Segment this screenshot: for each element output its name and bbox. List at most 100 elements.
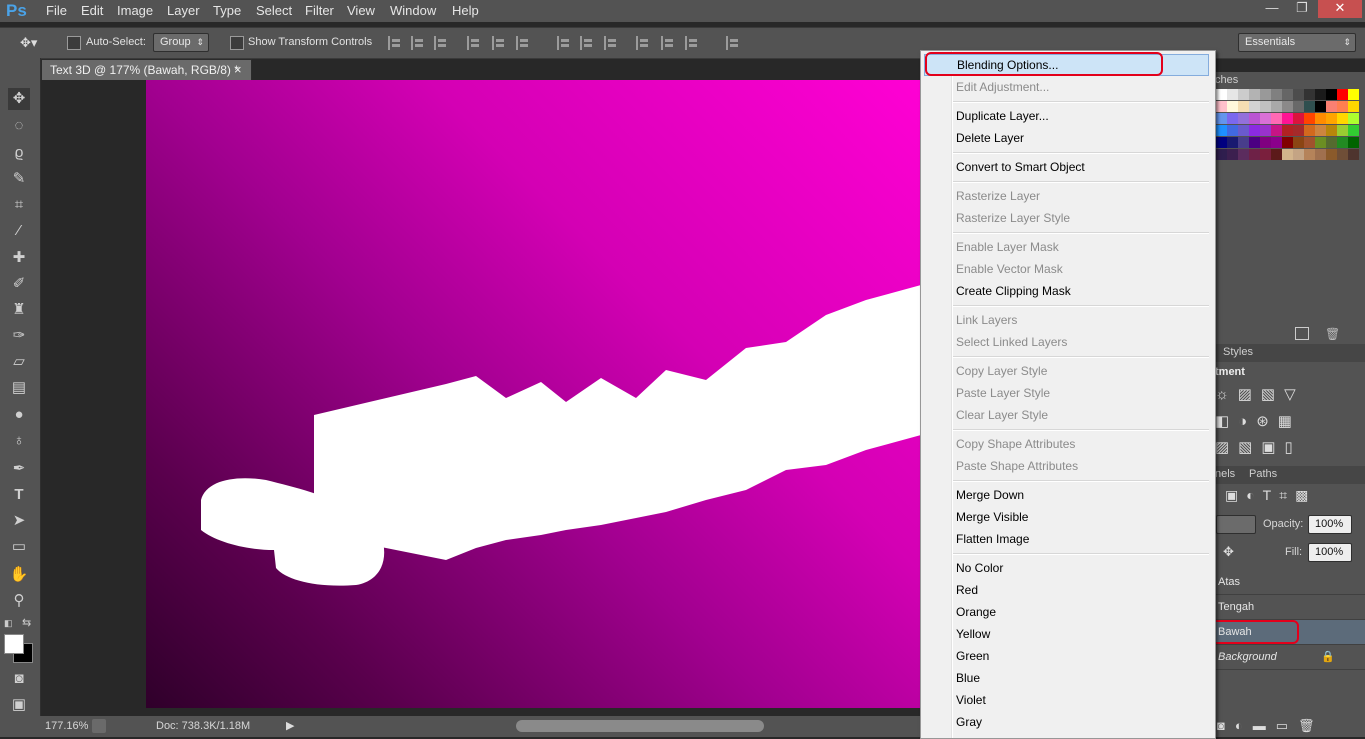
color-swatch[interactable] <box>1249 137 1260 148</box>
color-swatch[interactable] <box>1304 101 1315 112</box>
menu-layer[interactable]: Layer <box>167 0 200 22</box>
distribute-bottom-icon[interactable] <box>604 36 618 50</box>
align-right-icon[interactable] <box>516 36 530 50</box>
swap-colors-icon[interactable]: ⇆ <box>22 616 31 629</box>
quick-select-tool-icon[interactable]: ✎ <box>8 168 30 190</box>
show-transform-checkbox[interactable] <box>230 36 244 50</box>
menu-item-gray[interactable]: Gray <box>924 711 1209 733</box>
align-top-icon[interactable] <box>388 36 402 50</box>
color-swatch[interactable] <box>1260 149 1271 160</box>
color-swatch[interactable] <box>1260 113 1271 124</box>
healing-brush-tool-icon[interactable]: ✚ <box>8 247 30 269</box>
distribute-left-icon[interactable] <box>636 36 650 50</box>
menu-view[interactable]: View <box>347 0 375 22</box>
color-swatch[interactable] <box>1227 101 1238 112</box>
menu-item-blue[interactable]: Blue <box>924 667 1209 689</box>
color-swatch[interactable] <box>1282 125 1293 136</box>
menu-item-no-color[interactable]: No Color <box>924 557 1209 579</box>
eraser-tool-icon[interactable]: ▱ <box>8 351 30 373</box>
fill-input[interactable]: 100% <box>1308 543 1352 562</box>
color-swatch[interactable] <box>1249 125 1260 136</box>
distribute-top-icon[interactable] <box>557 36 571 50</box>
type-tool-icon[interactable]: T <box>8 484 30 506</box>
auto-select-dropdown[interactable]: Group ⇕ <box>153 33 209 52</box>
color-swatch[interactable] <box>1216 149 1227 160</box>
color-swatch[interactable] <box>1238 149 1249 160</box>
color-swatch[interactable] <box>1227 125 1238 136</box>
color-swatch[interactable] <box>1227 149 1238 160</box>
distribute-vcenter-icon[interactable] <box>580 36 594 50</box>
align-bottom-icon[interactable] <box>434 36 448 50</box>
zoom-tool-icon[interactable]: ⚲ <box>8 590 30 612</box>
menu-item-green[interactable]: Green <box>924 645 1209 667</box>
menu-item-flatten-image[interactable]: Flatten Image <box>924 528 1209 550</box>
lock-position-icon[interactable]: ✥ <box>1223 544 1234 560</box>
color-swatch[interactable] <box>1304 149 1315 160</box>
status-options-icon[interactable] <box>92 719 106 733</box>
color-swatch[interactable] <box>1216 137 1227 148</box>
color-swatch[interactable] <box>1337 89 1348 100</box>
color-swatch[interactable] <box>1249 113 1260 124</box>
color-swatch[interactable] <box>1293 89 1304 100</box>
color-swatch[interactable] <box>1238 137 1249 148</box>
distribute-hcenter-icon[interactable] <box>661 36 675 50</box>
color-swatch[interactable] <box>1326 137 1337 148</box>
menu-item-merge-visible[interactable]: Merge Visible <box>924 506 1209 528</box>
menu-image[interactable]: Image <box>117 0 153 22</box>
opacity-input[interactable]: 100% <box>1308 515 1352 534</box>
dodge-tool-icon[interactable]: ♁ <box>8 430 30 452</box>
color-swatch[interactable] <box>1260 89 1271 100</box>
color-swatch[interactable] <box>1326 113 1337 124</box>
color-swatch[interactable] <box>1304 137 1315 148</box>
swatches-tab[interactable]: ches <box>1215 74 1238 86</box>
distribute-right-icon[interactable] <box>685 36 699 50</box>
menu-file[interactable]: File <box>46 0 67 22</box>
color-swatch[interactable] <box>1271 125 1282 136</box>
color-swatch[interactable] <box>1315 125 1326 136</box>
move-tool-icon[interactable]: ✥ <box>8 88 30 110</box>
color-swatch[interactable] <box>1271 137 1282 148</box>
color-swatch[interactable] <box>1293 101 1304 112</box>
color-swatch[interactable] <box>1249 101 1260 112</box>
document-tab[interactable]: Text 3D @ 177% (Bawah, RGB/8) * × <box>41 59 252 80</box>
horizontal-scrollbar[interactable] <box>516 720 764 732</box>
color-swatch[interactable] <box>1337 125 1348 136</box>
color-swatch[interactable] <box>1216 101 1227 112</box>
brush-tool-icon[interactable]: ✐ <box>8 273 30 295</box>
color-swatch[interactable] <box>1282 137 1293 148</box>
color-swatch[interactable] <box>1282 149 1293 160</box>
color-swatch[interactable] <box>1216 125 1227 136</box>
color-swatch[interactable] <box>1348 113 1359 124</box>
color-swatch[interactable] <box>1326 89 1337 100</box>
auto-select-checkbox[interactable] <box>67 36 81 50</box>
color-swatch[interactable] <box>1326 125 1337 136</box>
color-swatch[interactable] <box>1348 137 1359 148</box>
color-swatch[interactable] <box>1315 89 1326 100</box>
color-swatch[interactable] <box>1238 125 1249 136</box>
foreground-color-swatch[interactable] <box>4 634 24 654</box>
color-swatch[interactable] <box>1227 137 1238 148</box>
styles-tab[interactable]: Styles <box>1223 346 1253 358</box>
menu-item-violet[interactable]: Violet <box>924 689 1209 711</box>
menu-item-red[interactable]: Red <box>924 579 1209 601</box>
zoom-level[interactable]: 177.16% <box>45 720 88 732</box>
color-swatch[interactable] <box>1326 149 1337 160</box>
color-swatch[interactable] <box>1271 101 1282 112</box>
align-vcenter-icon[interactable] <box>411 36 425 50</box>
color-swatch[interactable] <box>1249 149 1260 160</box>
restore-button[interactable]: ❐ <box>1287 0 1317 18</box>
layer-row-tengah[interactable]: Tengah <box>1213 595 1365 620</box>
lasso-tool-icon[interactable]: ϱ <box>8 142 30 164</box>
minimize-button[interactable]: — <box>1257 0 1287 18</box>
menu-item-convert-to-smart-object[interactable]: Convert to Smart Object <box>924 156 1209 178</box>
color-swatch[interactable] <box>1282 89 1293 100</box>
color-swatch[interactable] <box>1337 149 1348 160</box>
paths-tab[interactable]: Paths <box>1249 468 1277 480</box>
color-swatch[interactable] <box>1238 101 1249 112</box>
color-swatch[interactable] <box>1315 101 1326 112</box>
color-swatch[interactable] <box>1337 113 1348 124</box>
color-swatch[interactable] <box>1282 113 1293 124</box>
blur-tool-icon[interactable]: ● <box>8 404 30 426</box>
layer-row-atas[interactable]: Atas <box>1213 570 1365 595</box>
color-swatch[interactable] <box>1293 137 1304 148</box>
